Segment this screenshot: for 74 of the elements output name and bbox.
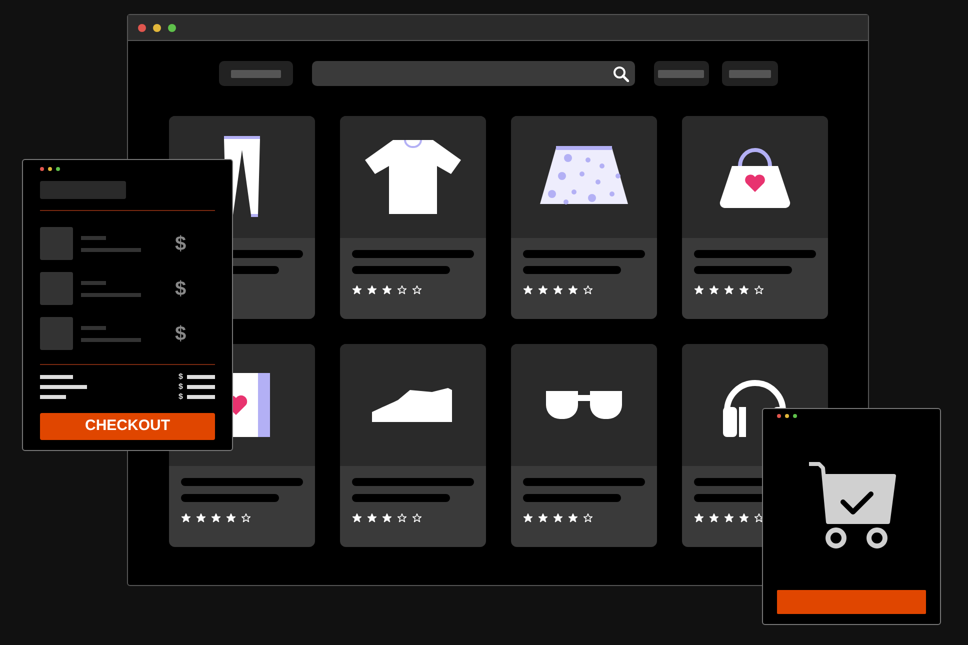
placeholder-bar — [81, 338, 141, 342]
cart-check-icon — [806, 462, 896, 550]
shoe-icon — [372, 388, 454, 422]
nav-button[interactable] — [654, 61, 708, 86]
star-icon — [538, 513, 548, 523]
currency-sign: $ — [178, 382, 183, 390]
placeholder-bar — [187, 374, 215, 378]
star-icon — [724, 513, 734, 523]
placeholder-bar — [658, 70, 704, 78]
product-card[interactable] — [510, 344, 656, 547]
star-icon — [382, 285, 392, 295]
handbag-icon — [718, 146, 792, 208]
star-icon — [366, 285, 376, 295]
star-icon — [522, 285, 532, 295]
placeholder-bar — [40, 394, 66, 398]
placeholder-bar — [81, 248, 141, 252]
currency-sign: $ — [178, 392, 183, 400]
star-icon — [708, 285, 718, 295]
star-outline-icon — [412, 285, 422, 295]
star-outline-icon — [582, 513, 592, 523]
star-icon — [352, 513, 362, 523]
checkout-button[interactable]: CHECKOUT — [40, 413, 215, 440]
star-icon — [738, 513, 748, 523]
star-icon — [352, 285, 362, 295]
product-card[interactable] — [682, 116, 828, 319]
star-outline-icon — [396, 513, 406, 523]
placeholder-bar — [728, 70, 770, 78]
placeholder-bar — [40, 384, 87, 388]
sunglasses-icon — [544, 389, 624, 421]
placeholder-bar — [81, 326, 106, 330]
star-outline-icon — [412, 513, 422, 523]
placeholder-bar — [187, 394, 215, 398]
star-icon — [180, 513, 190, 523]
star-outline-icon — [582, 285, 592, 295]
placeholder-bar — [40, 374, 73, 378]
product-card[interactable] — [340, 116, 486, 319]
star-icon — [708, 513, 718, 523]
search-icon — [612, 66, 628, 82]
item-price: $ — [175, 278, 186, 298]
star-icon — [694, 513, 704, 523]
star-outline-icon — [754, 513, 764, 523]
star-icon — [382, 513, 392, 523]
placeholder-bar — [187, 384, 215, 388]
star-icon — [694, 285, 704, 295]
star-icon — [210, 513, 220, 523]
star-icon — [568, 285, 578, 295]
star-icon — [724, 285, 734, 295]
star-icon — [552, 285, 562, 295]
nav-button[interactable] — [722, 61, 778, 86]
star-icon — [538, 285, 548, 295]
item-price: $ — [175, 234, 186, 254]
star-icon — [226, 513, 236, 523]
search-field[interactable] — [312, 61, 634, 86]
item-thumbnail — [40, 272, 73, 305]
star-icon — [366, 513, 376, 523]
star-outline-icon — [240, 513, 250, 523]
star-icon — [568, 513, 578, 523]
star-icon — [522, 513, 532, 523]
item-thumbnail — [40, 317, 73, 350]
item-thumbnail — [40, 227, 73, 260]
product-card[interactable] — [340, 344, 486, 547]
star-icon — [552, 513, 562, 523]
placeholder-bar — [230, 70, 280, 78]
star-outline-icon — [754, 285, 764, 295]
item-price: $ — [175, 324, 186, 344]
currency-sign: $ — [178, 372, 183, 380]
star-outline-icon — [396, 285, 406, 295]
placeholder-bar — [81, 236, 106, 240]
t-shirt-icon — [362, 138, 462, 216]
star-icon — [196, 513, 206, 523]
placeholder-bar — [81, 292, 141, 296]
product-card[interactable] — [510, 116, 656, 319]
placeholder-bar — [81, 280, 106, 284]
star-icon — [738, 285, 748, 295]
